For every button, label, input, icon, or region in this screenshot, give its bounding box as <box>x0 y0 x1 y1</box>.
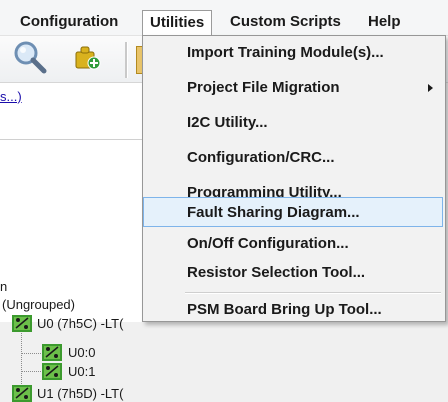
device-chip-icon <box>12 385 32 402</box>
menu-item-i2c-utility[interactable]: I2C Utility... <box>143 108 445 138</box>
menu-utilities[interactable]: Utilities <box>142 10 213 36</box>
plugin-icon[interactable] <box>72 44 102 74</box>
menu-item-import-training-modules[interactable]: Import Training Module(s)... <box>143 38 445 68</box>
panel-link[interactable]: s...) <box>0 89 22 104</box>
menu-item-psm-board-bring-up-tool[interactable]: PSM Board Bring Up Tool... <box>143 295 445 325</box>
menu-item-resistor-selection-tool[interactable]: Resistor Selection Tool... <box>143 258 445 288</box>
panel-heading-fragment: n <box>0 279 8 294</box>
left-panel: s...) n (Ungrouped) U0 (7h5C) -LT( U0:0 … <box>0 83 150 402</box>
menu-item-fault-sharing-diagram[interactable]: Fault Sharing Diagram... <box>143 197 443 227</box>
toolbar-separator <box>125 42 128 78</box>
channel-chip-icon <box>42 344 62 361</box>
tree-item-u0-1[interactable]: U0:1 <box>68 364 95 379</box>
menu-item-project-file-migration[interactable]: Project File Migration <box>143 73 445 103</box>
tree-line <box>21 371 41 372</box>
tree-group-ungrouped[interactable]: (Ungrouped) <box>2 297 75 312</box>
menu-help[interactable]: Help <box>368 10 401 34</box>
menu-custom-scripts[interactable]: Custom Scripts <box>230 10 341 34</box>
panel-divider <box>0 139 150 140</box>
tree-line <box>21 353 41 354</box>
magnifier-icon[interactable] <box>12 39 48 75</box>
menu-configuration[interactable]: Configuration <box>20 10 118 34</box>
menu-item-configuration-crc[interactable]: Configuration/CRC... <box>143 143 445 173</box>
tree-item-u0-0[interactable]: U0:0 <box>68 345 95 360</box>
menu-separator <box>185 293 441 294</box>
menubar: Configuration Utilities Custom Scripts H… <box>0 0 448 36</box>
tree-item-u1[interactable]: U1 (7h5D) -LT( <box>37 386 123 401</box>
device-chip-icon <box>12 315 32 332</box>
tree-item-u0[interactable]: U0 (7h5C) -LT( <box>37 316 123 331</box>
tree-line <box>21 331 22 386</box>
utilities-dropdown-menu: Import Training Module(s)... Project Fil… <box>142 35 446 322</box>
submenu-arrow-icon <box>428 84 433 92</box>
menu-item-on-off-configuration[interactable]: On/Off Configuration... <box>143 229 445 259</box>
channel-chip-icon <box>42 363 62 380</box>
